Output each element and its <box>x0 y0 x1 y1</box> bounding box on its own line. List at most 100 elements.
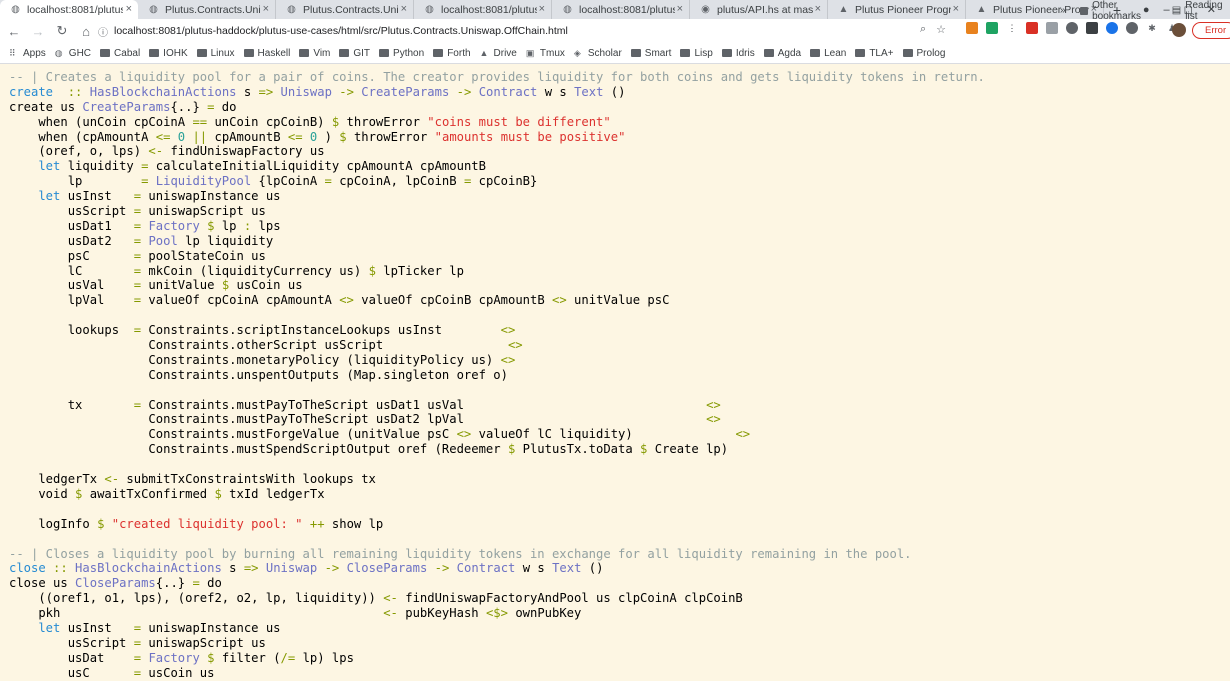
code-token: => <box>258 84 274 99</box>
code-line: usDat1 = Factory $ lp : lps <box>9 219 1230 234</box>
close-tab-icon[interactable]: × <box>815 3 821 15</box>
code-token: unCoin cpCoinB) <box>207 114 332 129</box>
code-token: Factory <box>148 650 200 665</box>
code-token: CreateParams <box>82 99 171 114</box>
tab-0[interactable]: ◍ localhost:8081/plutus × <box>0 0 138 19</box>
more-extension-icon[interactable]: ⋮ <box>1006 22 1018 34</box>
hex-extension-icon[interactable] <box>1086 22 1098 34</box>
reading-list[interactable]: Reading list <box>1185 0 1230 22</box>
forward-button[interactable]: → <box>28 24 48 39</box>
tab-label: localhost:8081/plutus <box>579 3 675 16</box>
close-tab-icon[interactable]: × <box>953 3 959 15</box>
settings-extension-icon[interactable] <box>1126 22 1138 34</box>
bookmark-linux[interactable]: Linux <box>196 48 235 59</box>
bookmark-haskell[interactable]: Haskell <box>243 48 290 59</box>
bookmark-label: Python <box>393 47 425 59</box>
code-token: findUniswapFactoryAndPool us clpCoinA cl… <box>397 591 743 606</box>
back-button[interactable]: ← <box>4 24 24 39</box>
info-icon[interactable]: ⓘ <box>98 24 108 39</box>
close-tab-icon[interactable]: × <box>126 3 132 15</box>
code-token: = <box>324 174 332 189</box>
avatar[interactable] <box>1172 23 1186 37</box>
drive-icon: ▲ <box>838 4 849 15</box>
reload-button[interactable]: ↻ <box>52 23 72 39</box>
bookmark-lisp[interactable]: Lisp <box>680 48 713 59</box>
code-token: txId ledgerTx <box>221 486 325 501</box>
code-token: () <box>603 84 626 99</box>
close-tab-icon[interactable]: × <box>263 3 269 15</box>
code-token: CreateParams <box>353 84 450 99</box>
gmail-extension-icon[interactable] <box>1026 22 1038 34</box>
bookmark-forth[interactable]: Forth <box>433 48 471 59</box>
bookmark-ghc[interactable]: ◍ GHC <box>55 48 91 59</box>
bookmark-agda[interactable]: Agda <box>763 48 801 59</box>
skype-extension-icon[interactable] <box>1106 22 1118 34</box>
code-token: {lpCoinA <box>251 174 325 189</box>
bookmark-drive[interactable]: ▲ Drive <box>480 48 517 59</box>
zoom-icon[interactable]: ⌕ <box>920 23 926 36</box>
code-token: uniswapScript us <box>141 204 266 219</box>
code-token: usCoin us <box>141 665 215 680</box>
tab-6[interactable]: ▲ Plutus Pioneer Progr × <box>828 0 966 19</box>
code-token: create <box>9 84 54 99</box>
code-token: {..} <box>170 99 208 114</box>
code-token: = <box>192 576 200 591</box>
bookmark-iohk[interactable]: IOHK <box>149 48 188 59</box>
bookmark-git[interactable]: GIT <box>339 48 370 59</box>
code-line: psC = poolStateCoin us <box>9 249 1230 264</box>
code-token: findUniswapFactory us <box>163 144 325 159</box>
tab-label: Plutus Pioneer Progr <box>855 3 951 16</box>
bookmark-vim[interactable]: Vim <box>299 48 330 59</box>
code-token: Constraints.mustPayToTheScript usDat1 us… <box>141 397 707 412</box>
code-token: -- | Closes a liquidity pool by burning … <box>9 546 912 561</box>
folder-icon <box>810 49 821 57</box>
shield-extension-icon[interactable] <box>1046 22 1058 34</box>
toolbar: ← → ↻ ⌂ ⓘ localhost:8081/plutus-haddock/… <box>0 19 1230 43</box>
code-token: "created liquidity pool: " <box>111 516 303 531</box>
bookmark-python[interactable]: Python <box>379 48 424 59</box>
bookmark-scholar[interactable]: ◈ Scholar <box>574 48 622 59</box>
error-button[interactable]: Error <box>1192 22 1230 39</box>
code-token: <$> <box>485 606 508 621</box>
bookmarks-overflow-button[interactable]: » <box>1060 5 1066 16</box>
folder-icon <box>630 49 641 57</box>
bookmark-star-icon[interactable]: ☆ <box>936 23 946 36</box>
code-token: <> <box>735 427 751 442</box>
code-token: usVal <box>9 278 134 293</box>
tab-1[interactable]: ◍ Plutus.Contracts.Unis × <box>138 0 276 19</box>
tab-2[interactable]: ◍ Plutus.Contracts.Unis × <box>276 0 414 19</box>
close-tab-icon[interactable]: × <box>401 3 407 15</box>
bookmark-idris[interactable]: Idris <box>721 48 755 59</box>
drive-extension-icon[interactable] <box>986 22 998 34</box>
bookmark-tmux[interactable]: ▣ Tmux <box>526 48 565 59</box>
code-line: ((oref1, o1, lps), (oref2, o2, lp, liqui… <box>9 591 1230 606</box>
puzzle-extensions-icon[interactable]: ✱ <box>1146 22 1158 34</box>
bookmark-cabal[interactable]: Cabal <box>100 48 140 59</box>
tab-5[interactable]: ◉ plutus/API.hs at mas × <box>690 0 828 19</box>
other-bookmarks[interactable]: Other bookmarks <box>1092 0 1158 22</box>
close-tab-icon[interactable]: × <box>539 3 545 15</box>
address-bar[interactable]: ⓘ localhost:8081/plutus-haddock/plutus-u… <box>92 21 962 41</box>
bookmark-lean[interactable]: Lean <box>810 48 846 59</box>
bookmark-smart[interactable]: Smart <box>630 48 671 59</box>
close-tab-icon[interactable]: × <box>677 3 683 15</box>
code-token: lookups <box>9 323 134 338</box>
code-token: usInst <box>60 189 134 204</box>
circle-extension-icon[interactable] <box>1066 22 1078 34</box>
bookmark-label: GHC <box>68 47 92 59</box>
code-token: mkCoin (liquidityCurrency us) <box>141 263 369 278</box>
folder-icon <box>149 49 160 57</box>
code-token: cpCoinA, lpCoinB <box>331 174 464 189</box>
tab-4[interactable]: ◍ localhost:8081/plutus × <box>552 0 690 19</box>
bookmark-apps[interactable]: ⠿ Apps <box>9 48 46 59</box>
bookmark-prolog[interactable]: Prolog <box>902 48 945 59</box>
metamask-icon[interactable] <box>966 22 978 34</box>
tab-3[interactable]: ◍ localhost:8081/plutus × <box>414 0 552 19</box>
code-token: throwError <box>346 129 435 144</box>
bookmark-tla-[interactable]: TLA+ <box>855 48 894 59</box>
